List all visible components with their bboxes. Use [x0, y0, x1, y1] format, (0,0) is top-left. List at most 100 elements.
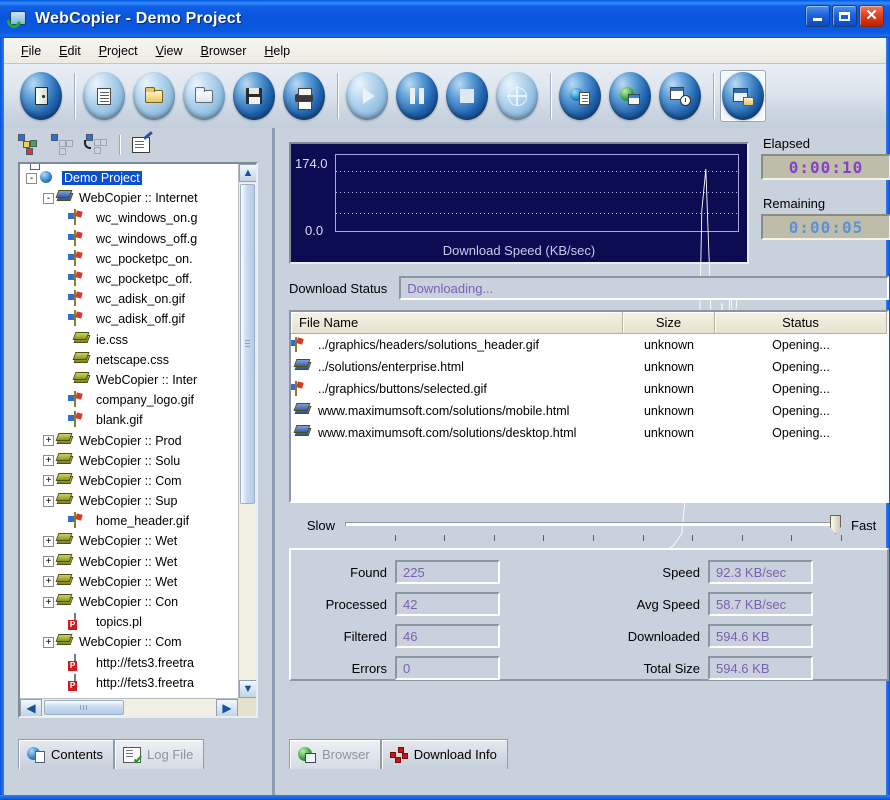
project-tree[interactable]: -Demo Project-WebCopier :: Internetwc_wi…: [18, 162, 258, 718]
scroll-up-button[interactable]: ▲: [239, 164, 257, 182]
stop-download-button[interactable]: [444, 70, 490, 122]
column-header-size[interactable]: Size: [623, 312, 715, 333]
tree-item[interactable]: wc_windows_on.g: [26, 208, 238, 228]
tree-item[interactable]: -Demo Project: [26, 168, 238, 188]
speed-slider-row: Slow Fast: [289, 513, 889, 547]
tab-download-info[interactable]: Download Info: [381, 739, 508, 769]
scroll-right-button[interactable]: ▶: [216, 699, 238, 717]
browser-button[interactable]: [607, 70, 653, 122]
tree-expand-toggle[interactable]: +: [43, 475, 54, 486]
table-row[interactable]: ../solutions/enterprise.htmlunknownOpeni…: [291, 356, 887, 378]
tree-expand-toggle[interactable]: +: [43, 576, 54, 587]
statistics-panel: Found225Processed42Filtered46Errors0 Spe…: [289, 548, 889, 681]
speed-slider-track[interactable]: [345, 522, 841, 526]
scroll-down-button[interactable]: ▼: [239, 680, 257, 698]
tree-item[interactable]: http://fets3.freetra: [26, 673, 238, 693]
column-header-file-name[interactable]: File Name: [291, 312, 623, 333]
download-info-button[interactable]: [720, 70, 766, 122]
table-row[interactable]: ../graphics/buttons/selected.gifunknownO…: [291, 378, 887, 400]
tree-item[interactable]: wc_windows_off.g: [26, 229, 238, 249]
menu-help[interactable]: Help: [255, 41, 299, 61]
close-project-button[interactable]: [181, 70, 227, 122]
speed-slider[interactable]: [345, 513, 841, 547]
expand-all-button[interactable]: [14, 132, 44, 158]
scroll-left-button[interactable]: ◀: [20, 699, 42, 717]
tree-item[interactable]: home_header.gif: [26, 511, 238, 531]
tree-expand-toggle[interactable]: +: [43, 435, 54, 446]
tree-item[interactable]: netscape.css: [26, 350, 238, 370]
menu-file[interactable]: File: [12, 41, 50, 61]
tree-item[interactable]: http://fets3.freetra: [26, 653, 238, 673]
project-properties-button[interactable]: [557, 70, 603, 122]
tab-log-file[interactable]: ✔ Log File: [114, 739, 204, 769]
menu-project[interactable]: Project: [90, 41, 147, 61]
tree-vertical-scrollbar[interactable]: ▲ ▼: [238, 164, 256, 698]
tree-vscroll-thumb[interactable]: [240, 184, 255, 504]
tree-item[interactable]: +WebCopier :: Wet: [26, 572, 238, 592]
table-row[interactable]: www.maximumsoft.com/solutions/desktop.ht…: [291, 422, 887, 444]
tree-item[interactable]: -WebCopier :: Internet: [26, 188, 238, 208]
tree-item[interactable]: +WebCopier :: Prod: [26, 430, 238, 450]
tree-item[interactable]: +WebCopier :: Wet: [26, 552, 238, 572]
tree-item[interactable]: +WebCopier :: Com: [26, 471, 238, 491]
tree-item[interactable]: +WebCopier :: Wet: [26, 531, 238, 551]
download-file-list[interactable]: File Name Size Status ../graphics/header…: [289, 310, 889, 503]
tab-browser[interactable]: Browser: [289, 739, 381, 769]
tree-expand-toggle[interactable]: +: [43, 536, 54, 547]
title-bar-buttons: ✕: [805, 5, 884, 27]
minimize-button[interactable]: [805, 5, 830, 27]
tree-horizontal-scrollbar[interactable]: ◀ ▶: [20, 698, 238, 716]
open-project-button[interactable]: [131, 70, 177, 122]
exit-button[interactable]: [18, 70, 64, 122]
print-button[interactable]: [281, 70, 327, 122]
new-project-button[interactable]: [81, 70, 127, 122]
close-button[interactable]: ✕: [859, 5, 884, 27]
refresh-tree-button[interactable]: [80, 132, 110, 158]
menu-edit[interactable]: Edit: [50, 41, 90, 61]
table-row[interactable]: ../graphics/headers/solutions_header.gif…: [291, 334, 887, 356]
table-row[interactable]: www.maximumsoft.com/solutions/mobile.htm…: [291, 400, 887, 422]
tree-item[interactable]: blank.gif: [26, 410, 238, 430]
tree-item[interactable]: +WebCopier :: Com: [26, 632, 238, 652]
start-download-button[interactable]: [344, 70, 390, 122]
tree-expand-toggle[interactable]: +: [43, 637, 54, 648]
remaining-value: 0:00:05: [761, 214, 890, 240]
tree-item[interactable]: wc_adisk_on.gif: [26, 289, 238, 309]
tree-item[interactable]: +WebCopier :: Sup: [26, 491, 238, 511]
tree-item[interactable]: wc_pocketpc_on.: [26, 249, 238, 269]
stat-label-avg-speed: Avg Speed: [603, 597, 708, 612]
column-header-status[interactable]: Status: [715, 312, 887, 333]
save-project-button[interactable]: [231, 70, 277, 122]
chart-y-min-label: 0.0: [305, 223, 323, 238]
left-pane: -Demo Project-WebCopier :: Internetwc_wi…: [4, 128, 272, 795]
tree-collapse-toggle[interactable]: -: [43, 193, 54, 204]
tab-contents[interactable]: Contents: [18, 739, 114, 769]
tree-item[interactable]: WebCopier :: Inter: [26, 370, 238, 390]
tree-expand-toggle[interactable]: +: [43, 597, 54, 608]
maximize-button[interactable]: [832, 5, 857, 27]
cell-status: Opening...: [715, 360, 887, 374]
tree-item[interactable]: company_logo.gif: [26, 390, 238, 410]
collapse-all-button[interactable]: [47, 132, 77, 158]
tree-collapse-toggle[interactable]: -: [26, 173, 37, 184]
book-olive-icon: [57, 453, 75, 469]
book-olive-icon: [57, 473, 75, 489]
tree-item[interactable]: +WebCopier :: Solu: [26, 451, 238, 471]
tree-expand-toggle[interactable]: +: [43, 455, 54, 466]
explore-button[interactable]: [494, 70, 540, 122]
scheduler-button[interactable]: [657, 70, 703, 122]
tree-item[interactable]: ie.css: [26, 330, 238, 350]
tree-item[interactable]: +WebCopier :: Con: [26, 592, 238, 612]
tree-item[interactable]: wc_adisk_off.gif: [26, 309, 238, 329]
tree-hscroll-thumb[interactable]: [44, 700, 124, 715]
edit-properties-button[interactable]: [126, 132, 156, 158]
tree-item[interactable]: topics.pl: [26, 612, 238, 632]
tree-item-label: WebCopier :: Inter: [96, 373, 197, 387]
tree-expand-toggle[interactable]: +: [43, 496, 54, 507]
tree-expand-toggle[interactable]: +: [43, 556, 54, 567]
menu-view[interactable]: View: [147, 41, 192, 61]
menu-browser[interactable]: Browser: [192, 41, 256, 61]
pause-download-button[interactable]: [394, 70, 440, 122]
speed-slider-thumb[interactable]: [830, 515, 841, 534]
tree-item[interactable]: wc_pocketpc_off.: [26, 269, 238, 289]
